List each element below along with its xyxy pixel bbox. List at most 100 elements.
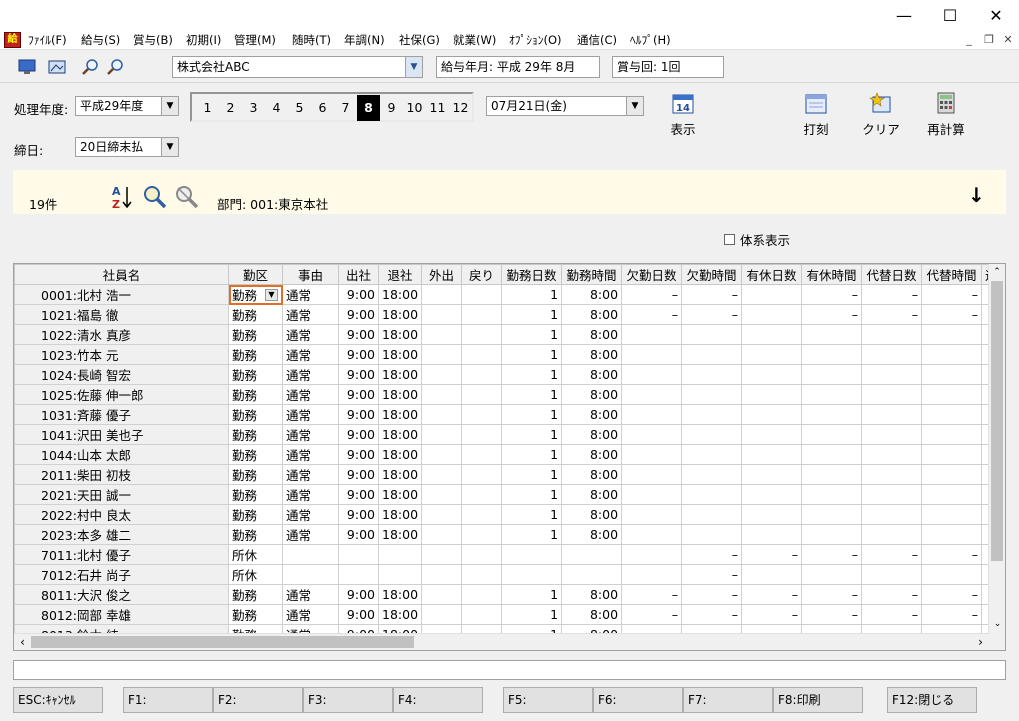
- function-key-9[interactable]: F12:閉じる: [887, 687, 977, 713]
- grid-cell[interactable]: 1: [501, 604, 563, 625]
- grid-cell[interactable]: [681, 364, 743, 385]
- grid-cell[interactable]: [621, 504, 683, 525]
- grid-cell[interactable]: –: [921, 544, 983, 565]
- grid-cell[interactable]: [801, 564, 863, 585]
- grid-cell[interactable]: 1: [501, 484, 563, 505]
- grid-cell[interactable]: –: [801, 284, 863, 305]
- reason-cell[interactable]: 通常: [282, 504, 339, 525]
- grid-cell[interactable]: [861, 344, 923, 365]
- reason-cell[interactable]: 通常: [282, 424, 339, 445]
- month-1[interactable]: 1: [196, 95, 219, 121]
- grid-cell[interactable]: [421, 524, 463, 545]
- work-type-cell[interactable]: 勤務: [228, 384, 283, 405]
- menu-options[interactable]: ｵﾌﾟｼｮﾝ(O): [509, 32, 562, 48]
- month-11[interactable]: 11: [426, 95, 449, 121]
- grid-cell[interactable]: [421, 584, 463, 605]
- show-button[interactable]: 14 表示: [653, 92, 713, 138]
- table-row[interactable]: 7011:北村 優子 所休 – – – – –: [14, 544, 1002, 565]
- work-type-cell[interactable]: 勤務: [228, 444, 283, 465]
- grid-cell[interactable]: [621, 324, 683, 345]
- grid-cell[interactable]: 18:00: [377, 604, 423, 625]
- grid-cell[interactable]: [421, 564, 463, 585]
- app-icon[interactable]: 給: [4, 32, 21, 48]
- vertical-scroll-thumb[interactable]: [991, 281, 1003, 561]
- grid-cell[interactable]: [801, 364, 863, 385]
- grid-cell[interactable]: [741, 364, 803, 385]
- mdi-close-button[interactable]: ✕: [1001, 33, 1015, 47]
- column-header[interactable]: 欠勤日数: [621, 264, 683, 285]
- grid-cell[interactable]: [741, 464, 803, 485]
- grid-cell[interactable]: 1: [501, 504, 563, 525]
- chevron-down-icon[interactable]: ▼: [626, 97, 643, 115]
- grid-cell[interactable]: 8:00: [561, 524, 623, 545]
- grid-cell[interactable]: –: [861, 584, 923, 605]
- menu-salary[interactable]: 給与(S): [81, 32, 120, 48]
- table-row[interactable]: 1024:長崎 智宏 勤務 通常 9:00 18:00 1 8:00: [14, 364, 1002, 385]
- column-header[interactable]: 勤区: [228, 264, 283, 285]
- grid-cell[interactable]: 18:00: [377, 344, 423, 365]
- grid-cell[interactable]: 1: [501, 384, 563, 405]
- mdi-minimize-button[interactable]: _: [962, 33, 976, 47]
- grid-cell[interactable]: [921, 344, 983, 365]
- grid-cell[interactable]: [801, 484, 863, 505]
- grid-cell[interactable]: [681, 324, 743, 345]
- grid-cell[interactable]: [921, 324, 983, 345]
- grid-cell[interactable]: [741, 424, 803, 445]
- grid-cell[interactable]: –: [921, 304, 983, 325]
- grid-cell[interactable]: –: [861, 604, 923, 625]
- reason-cell[interactable]: 通常: [282, 464, 339, 485]
- grid-cell[interactable]: [621, 524, 683, 545]
- grid-cell[interactable]: [921, 424, 983, 445]
- reason-cell[interactable]: 通常: [282, 304, 339, 325]
- grid-cell[interactable]: [741, 564, 803, 585]
- grid-cell[interactable]: [621, 484, 683, 505]
- grid-cell[interactable]: 18:00: [377, 424, 423, 445]
- scroll-down-icon[interactable]: ⌄: [989, 616, 1005, 633]
- function-key-esc[interactable]: ESC:ｷｬﾝｾﾙ: [13, 687, 103, 713]
- grid-cell[interactable]: [338, 544, 379, 565]
- grid-cell[interactable]: –: [621, 304, 683, 325]
- table-row[interactable]: 1041:沢田 美也子 勤務 通常 9:00 18:00 1 8:00: [14, 424, 1002, 445]
- grid-cell[interactable]: [461, 424, 503, 445]
- grid-cell[interactable]: [461, 504, 503, 525]
- grid-cell[interactable]: [421, 504, 463, 525]
- grid-cell[interactable]: 1: [501, 584, 563, 605]
- table-row[interactable]: 1044:山本 太郎 勤務 通常 9:00 18:00 1 8:00: [14, 444, 1002, 465]
- grid-cell[interactable]: [861, 424, 923, 445]
- close-button[interactable]: ✕: [973, 0, 1019, 30]
- grid-cell[interactable]: 9:00: [338, 344, 379, 365]
- grid-cell[interactable]: [501, 564, 563, 585]
- grid-cell[interactable]: [377, 564, 423, 585]
- grid-cell[interactable]: 8:00: [561, 484, 623, 505]
- grid-cell[interactable]: [921, 464, 983, 485]
- reason-cell[interactable]: 通常: [282, 324, 339, 345]
- vertical-scrollbar[interactable]: ⌃ ⌄: [988, 264, 1005, 650]
- work-type-cell[interactable]: 勤務: [228, 504, 283, 525]
- grid-cell[interactable]: 9:00: [338, 324, 379, 345]
- grid-cell[interactable]: 9:00: [338, 364, 379, 385]
- grid-cell[interactable]: [561, 544, 623, 565]
- recalc-button[interactable]: 再計算: [916, 92, 976, 138]
- grid-cell[interactable]: 8:00: [561, 404, 623, 425]
- work-type-cell[interactable]: 勤務: [228, 524, 283, 545]
- monitor-icon[interactable]: [16, 56, 38, 78]
- grid-cell[interactable]: 9:00: [338, 504, 379, 525]
- chevron-down-icon[interactable]: ▼: [161, 97, 178, 115]
- year-select[interactable]: 平成29年度 ▼: [75, 96, 179, 116]
- grid-cell[interactable]: [921, 564, 983, 585]
- work-type-cell[interactable]: 勤務: [228, 424, 283, 445]
- grid-cell[interactable]: [741, 444, 803, 465]
- grid-cell[interactable]: [461, 384, 503, 405]
- grid-cell[interactable]: –: [801, 304, 863, 325]
- table-row[interactable]: 8012:岡部 幸雄 勤務 通常 9:00 18:00 1 8:00– – – – – –: [14, 604, 1002, 625]
- grid-cell[interactable]: 8:00: [561, 424, 623, 445]
- grid-cell[interactable]: [338, 564, 379, 585]
- work-type-dropdown-cell[interactable]: 勤務 ▼: [228, 284, 283, 305]
- grid-cell[interactable]: [741, 304, 803, 325]
- grid-cell[interactable]: [681, 464, 743, 485]
- column-header[interactable]: 代替日数: [861, 264, 923, 285]
- month-7[interactable]: 7: [334, 95, 357, 121]
- reason-cell[interactable]: 通常: [282, 524, 339, 545]
- grid-cell[interactable]: [461, 404, 503, 425]
- work-type-cell[interactable]: 勤務: [228, 464, 283, 485]
